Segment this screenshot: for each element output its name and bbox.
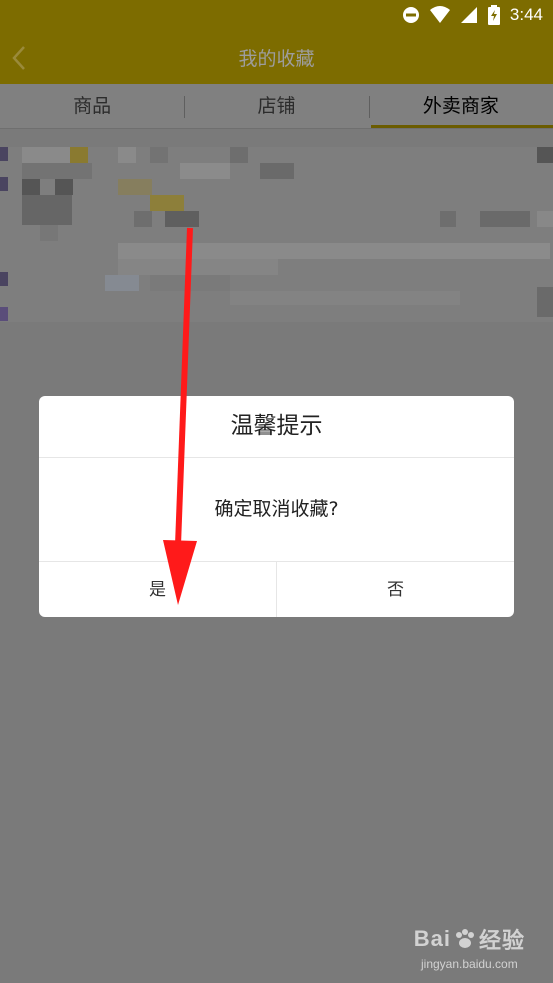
clock: 3:44 [509,5,543,24]
tab-takeout-merchants[interactable]: 外卖商家 [368,84,553,128]
confirm-dialog: 温馨提示 确定取消收藏? 是 否 [39,396,514,617]
pixelated-merchant-item[interactable] [0,147,553,322]
watermark-url: jingyan.baidu.com [421,957,518,971]
do-not-disturb-icon [402,7,419,23]
app-bar: 我的收藏 [0,32,553,84]
status-bar: 3:44 [0,0,553,32]
watermark: Bai 经验 jingyan.baidu.com [414,923,525,971]
battery-charging-icon [487,5,500,25]
wifi-icon [429,6,450,23]
tab-shops[interactable]: 店铺 [184,84,368,128]
status-icons: 3:44 [402,5,543,25]
page-title: 我的收藏 [238,48,315,70]
dialog-title: 温馨提示 [39,396,514,458]
confirm-yes-button[interactable]: 是 [39,562,276,617]
dialog-message: 确定取消收藏? [39,458,514,562]
tab-products[interactable]: 商品 [0,84,184,128]
signal-icon [460,7,477,23]
paw-icon [455,929,474,948]
watermark-brand-left: Bai [413,926,451,951]
confirm-no-button[interactable]: 否 [276,562,514,617]
tab-bar: 商品 店铺 外卖商家 [0,84,553,129]
watermark-logo: Bai 经验 [414,923,525,955]
watermark-brand-right: 经验 [478,928,525,953]
dialog-actions: 是 否 [39,562,514,617]
